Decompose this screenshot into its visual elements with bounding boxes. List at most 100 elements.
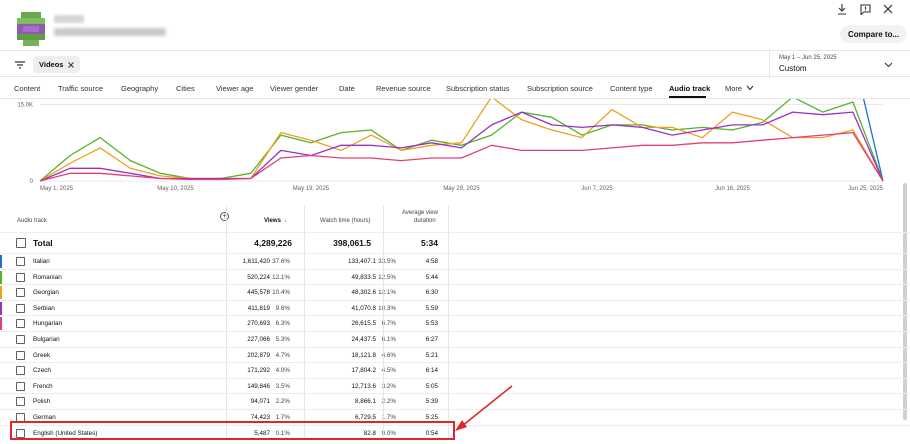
- filter-icon[interactable]: [14, 58, 26, 70]
- row-checkbox[interactable]: [16, 366, 25, 376]
- row-name: Bulgarian: [33, 335, 60, 343]
- table-row: French 149,846 3.5% 12,713.6 3.2% 5:05: [0, 377, 910, 394]
- row-checkbox[interactable]: [16, 350, 25, 360]
- tab-viewer-gender[interactable]: Viewer gender: [270, 84, 318, 93]
- table-row-total: Total 4,289,226 398,061.5 5:34: [0, 232, 910, 253]
- column-divider: [383, 206, 384, 438]
- row-watch-time: 24,437.5: [351, 335, 376, 343]
- col-header-watch-time[interactable]: Watch time (hours): [320, 218, 370, 224]
- row-views: 1,611,420: [242, 258, 270, 265]
- row-name: Greek: [33, 351, 51, 359]
- table-row: Italian 1,611,420 37.6% 133,407.1 33.5% 4:58: [0, 253, 910, 269]
- dimension-tabs: Content Traffic source Geography Cities …: [0, 77, 910, 99]
- row-avg-duration: 5:59: [425, 304, 438, 312]
- row-checkbox[interactable]: [16, 303, 25, 313]
- col-header-views[interactable]: Views ↓: [264, 218, 287, 224]
- row-name: Total: [33, 238, 53, 248]
- row-checkbox[interactable]: [16, 397, 25, 407]
- download-icon[interactable]: [834, 1, 850, 17]
- col-header-audio-track[interactable]: Audio track: [17, 218, 47, 224]
- series-line-romanian: [39, 99, 884, 182]
- row-views-percent: 12.1%: [272, 273, 290, 281]
- channel-avatar[interactable]: [17, 12, 45, 46]
- series-line-serbian: [39, 111, 884, 182]
- table-header: Audio track + Views ↓ Watch time (hours) …: [0, 206, 910, 232]
- tab-content[interactable]: Content: [14, 84, 40, 93]
- row-checkbox[interactable]: [16, 381, 25, 391]
- row-checkbox[interactable]: [16, 238, 26, 248]
- row-name: Italian: [33, 258, 50, 265]
- row-watch-percent: 10.3%: [378, 304, 396, 312]
- date-mode-text: Custom: [779, 64, 807, 73]
- row-name: Hungarian: [33, 320, 63, 328]
- add-column-icon[interactable]: +: [220, 212, 229, 221]
- tab-subscription-status[interactable]: Subscription status: [446, 84, 509, 93]
- close-icon[interactable]: [880, 1, 896, 17]
- filter-bar: Videos May 1 – Jun 25, 2025 Custom: [0, 50, 910, 78]
- series-color-indicator: [0, 301, 2, 315]
- tab-date[interactable]: Date: [339, 84, 355, 93]
- date-range-selector[interactable]: May 1 – Jun 25, 2025 Custom: [769, 51, 910, 78]
- row-watch-percent: 33.5%: [378, 258, 396, 265]
- row-watch-time: 48,302.6: [351, 289, 376, 297]
- tab-geography[interactable]: Geography: [121, 84, 158, 93]
- header: Compare to...: [0, 0, 910, 50]
- column-divider: [448, 206, 449, 438]
- row-watch-time: 6,729.5: [354, 413, 376, 421]
- col-header-avg-duration-line2[interactable]: duration: [414, 218, 436, 224]
- tab-cities[interactable]: Cities: [176, 84, 195, 93]
- row-checkbox[interactable]: [16, 272, 25, 282]
- row-name: Serbian: [33, 304, 55, 312]
- tab-traffic-source[interactable]: Traffic source: [58, 84, 103, 93]
- x-tick-label: Jun 25, 2025: [848, 186, 883, 192]
- table-row: Romanian 520,224 12.1% 49,833.5 12.5% 5:44: [0, 268, 910, 285]
- tab-audio-track[interactable]: Audio track: [669, 84, 710, 93]
- row-avg-duration: 6:30: [425, 289, 438, 297]
- table-row: Czech 171,292 4.0% 17,804.2 4.5% 6:14: [0, 362, 910, 378]
- x-tick-label: Jun 16, 2025: [715, 186, 750, 192]
- table-row: Greek 202,879 4.7% 18,121.8 4.6% 5:21: [0, 346, 910, 363]
- row-checkbox[interactable]: [16, 288, 25, 298]
- row-avg-duration: 4:58: [425, 258, 438, 265]
- col-header-avg-duration-line1[interactable]: Average view: [402, 210, 438, 216]
- filter-chip-videos[interactable]: Videos: [33, 56, 81, 73]
- table-row: Georgian 445,578 10.4% 48,302.6 12.1% 6:30: [0, 284, 910, 300]
- x-tick-label: May 10, 2025: [157, 186, 194, 192]
- row-watch-time: 8,866.1: [354, 398, 376, 406]
- series-color-indicator: [0, 270, 2, 284]
- row-checkbox[interactable]: [16, 257, 25, 266]
- chip-close-icon[interactable]: [68, 61, 75, 68]
- row-views: 202,879: [247, 351, 270, 359]
- table-row: Bulgarian 227,066 5.3% 24,437.5 6.1% 6:27: [0, 330, 910, 347]
- y-tick-label: 15.0K: [17, 103, 33, 109]
- tab-revenue-source[interactable]: Revenue source: [376, 84, 431, 93]
- row-views-percent: 6.3%: [275, 320, 290, 328]
- row-views: 445,578: [247, 289, 270, 297]
- row-checkbox[interactable]: [16, 319, 25, 329]
- tab-viewer-age[interactable]: Viewer age: [216, 84, 253, 93]
- row-avg-duration: 5:53: [425, 320, 438, 328]
- channel-subtitle: [54, 28, 166, 36]
- tab-more[interactable]: More: [725, 84, 754, 93]
- feedback-icon[interactable]: [857, 1, 873, 17]
- table-row: Polish 94,071 2.2% 8,866.1 2.2% 5:39: [0, 393, 910, 409]
- row-checkbox[interactable]: [16, 334, 25, 344]
- filter-chip-label: Videos: [39, 60, 64, 69]
- row-avg-duration: 5:21: [425, 351, 438, 359]
- row-watch-time: 133,407.1: [347, 258, 376, 265]
- tab-subscription-source[interactable]: Subscription source: [527, 84, 593, 93]
- row-watch-time: 17,804.2: [351, 367, 376, 375]
- compare-button[interactable]: Compare to...: [840, 25, 908, 43]
- row-avg-duration: 6:27: [425, 335, 438, 343]
- active-tab-indicator: [669, 96, 706, 98]
- row-views: 4,289,226: [254, 238, 292, 248]
- row-views: 411,819: [247, 304, 270, 312]
- series-color-indicator: [0, 286, 2, 300]
- tab-content-type[interactable]: Content type: [610, 84, 653, 93]
- row-avg-duration: 5:25: [425, 413, 438, 421]
- row-views-percent: 1.7%: [275, 413, 290, 421]
- row-avg-duration: 6:14: [425, 367, 438, 375]
- row-views-percent: 9.6%: [275, 304, 290, 312]
- views-line-chart: 15.0K 0 May 1, 2025 May 10, 2025 May 19, 202…: [0, 99, 910, 199]
- series-color-indicator: [0, 317, 2, 331]
